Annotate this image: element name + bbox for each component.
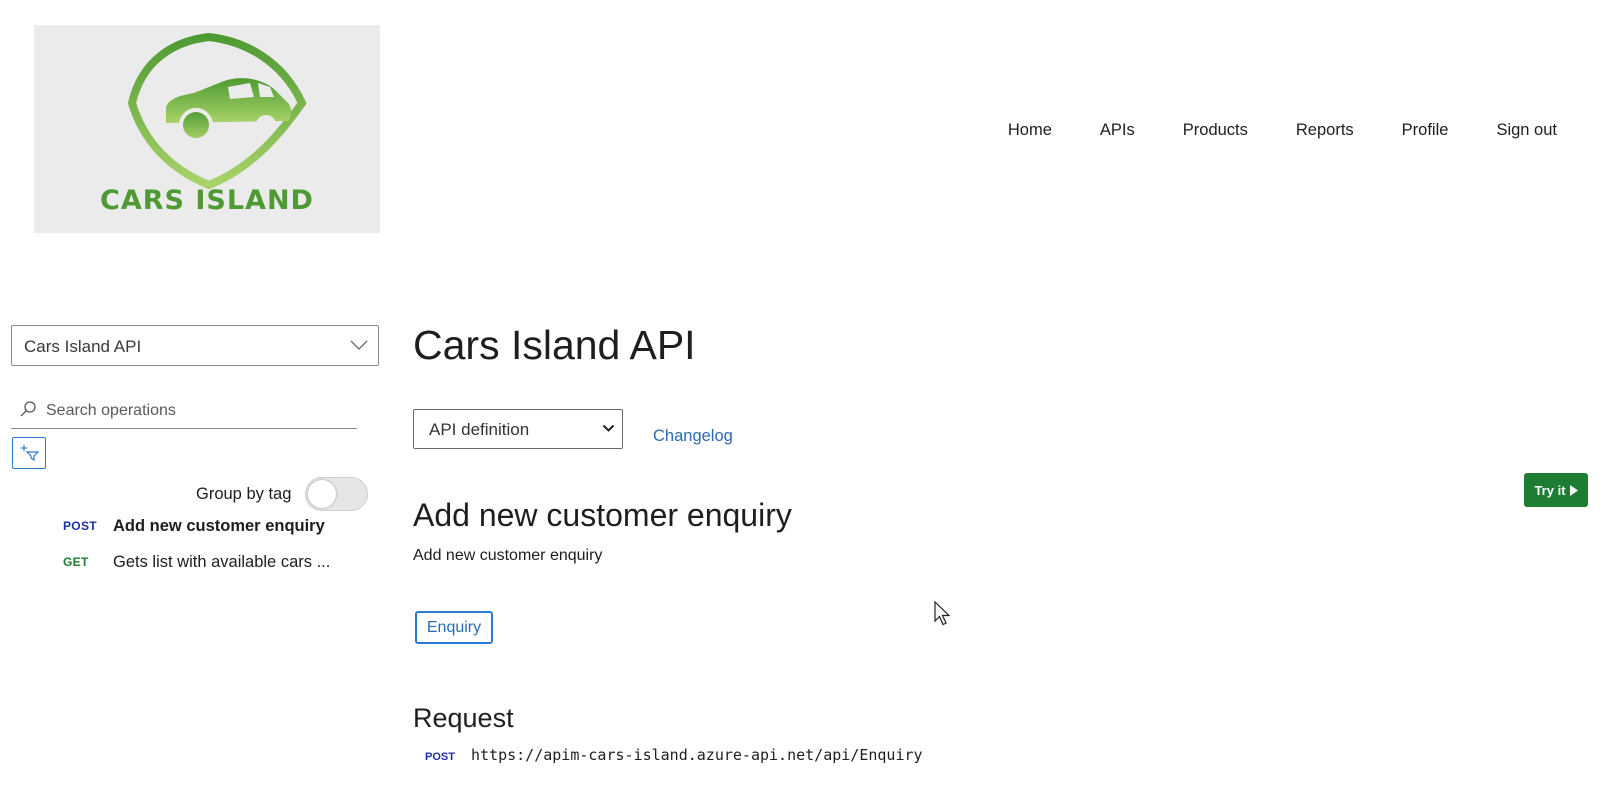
play-icon — [1569, 484, 1578, 496]
api-select[interactable]: Cars Island API — [11, 325, 379, 366]
nav-apis[interactable]: APIs — [1100, 121, 1135, 140]
changelog-link[interactable]: Changelog — [653, 427, 733, 446]
group-by-tag-toggle[interactable] — [305, 477, 368, 511]
chevron-down-icon — [350, 340, 368, 350]
operation-name: Add new customer enquiry — [113, 516, 325, 535]
api-definition-select[interactable]: API definition — [413, 409, 623, 449]
nav-products[interactable]: Products — [1183, 121, 1248, 140]
operation-method-badge: POST — [63, 519, 97, 533]
nav-profile[interactable]: Profile — [1402, 121, 1449, 140]
definition-select-value: API definition — [429, 420, 530, 439]
operation-item[interactable]: POST Add new customer enquiry — [63, 514, 325, 538]
request-method-badge: POST — [425, 751, 455, 763]
add-filter-icon — [21, 445, 40, 462]
search-input[interactable] — [44, 397, 348, 425]
operation-item[interactable]: GET Gets list with available cars ... — [63, 550, 330, 574]
chevron-down-icon — [602, 424, 615, 432]
search-icon — [20, 401, 36, 417]
nav-reports[interactable]: Reports — [1296, 121, 1354, 140]
operation-method-badge: GET — [63, 555, 89, 569]
mouse-cursor-icon — [934, 601, 951, 626]
filter-button[interactable] — [12, 437, 46, 469]
operation-description: Add new customer enquiry — [413, 547, 603, 564]
logo-text: CARS ISLAND — [100, 185, 314, 216]
toggle-knob — [308, 480, 336, 508]
operation-name: Gets list with available cars ... — [113, 552, 331, 571]
page-title: Cars Island API — [413, 322, 696, 368]
api-select-value: Cars Island API — [24, 337, 142, 356]
request-heading: Request — [413, 703, 514, 733]
group-by-tag-label: Group by tag — [196, 485, 292, 503]
nav-sign-out[interactable]: Sign out — [1496, 121, 1557, 140]
operation-title: Add new customer enquiry — [413, 497, 792, 533]
nav-home[interactable]: Home — [1008, 121, 1052, 140]
top-nav: Home APIs Products Reports Profile Sign … — [960, 121, 1557, 140]
request-url: https://apim-cars-island.azure-api.net/a… — [471, 746, 923, 764]
try-it-button[interactable]: Try it — [1524, 473, 1588, 507]
cars-island-logo[interactable]: CARS ISLAND — [34, 25, 380, 233]
tag-enquiry-button[interactable]: Enquiry — [415, 611, 493, 644]
try-it-label: Try it — [1534, 482, 1566, 498]
search-box — [11, 394, 357, 429]
